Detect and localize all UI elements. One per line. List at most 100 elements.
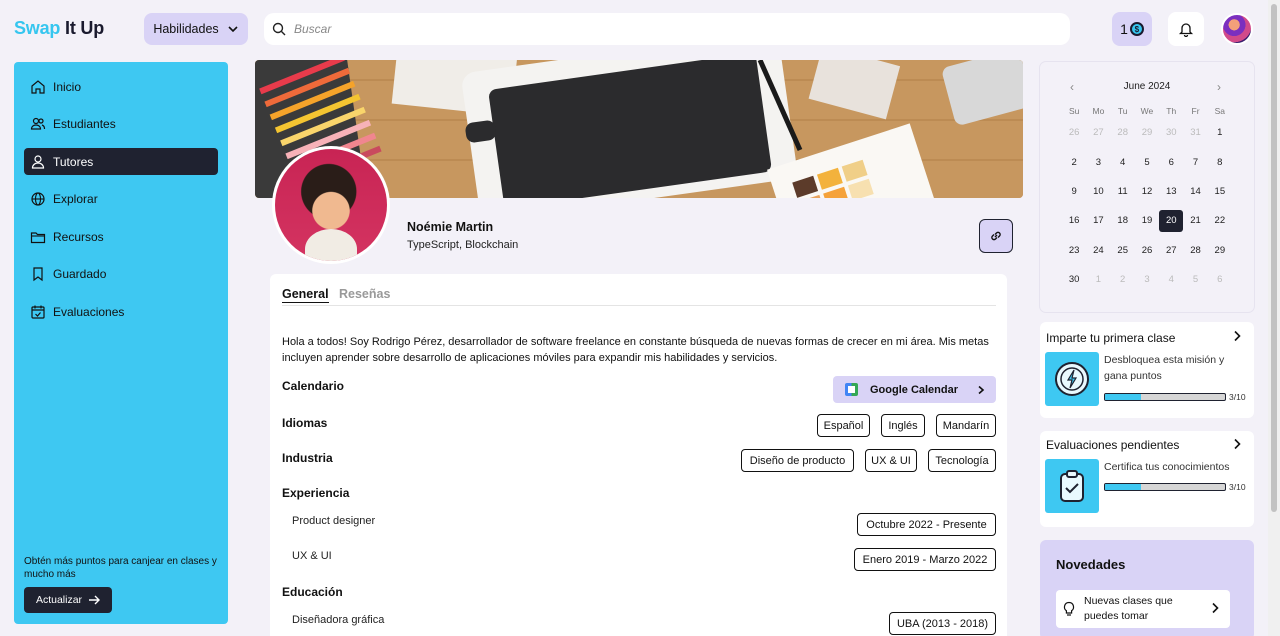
calendar-day[interactable]: 14	[1183, 186, 1207, 197]
sidebar-item-guardado[interactable]: Guardado	[24, 260, 218, 287]
coin-icon: $	[1129, 22, 1144, 36]
link-icon	[991, 231, 1001, 241]
weekday-label: Sa	[1214, 105, 1226, 116]
sidebar-item-tutores[interactable]: Tutores	[24, 148, 218, 175]
calendar-day[interactable]: 24	[1086, 245, 1110, 256]
google-calendar-icon	[845, 383, 858, 396]
chevron-right-icon[interactable]: ›	[1217, 80, 1221, 94]
page-scrollbar[interactable]	[1268, 0, 1280, 636]
calendar-day[interactable]: 12	[1135, 186, 1159, 197]
mission-progress-count: 3/10	[1229, 482, 1246, 492]
calendar-day[interactable]: 10	[1086, 186, 1110, 197]
calendar-day[interactable]: 16	[1062, 215, 1086, 226]
notifications-button[interactable]	[1168, 12, 1204, 46]
calendar-day[interactable]: 4	[1159, 274, 1183, 285]
calendar-day[interactable]: 3	[1135, 274, 1159, 285]
calendar-day[interactable]: 7	[1183, 157, 1207, 168]
chevron-down-icon	[228, 26, 238, 33]
share-link-button[interactable]	[979, 219, 1013, 253]
sidebar-item-inicio[interactable]: Inicio	[24, 73, 218, 100]
upgrade-button-label: Actualizar	[35, 594, 83, 606]
calendar-day[interactable]: 18	[1111, 215, 1135, 226]
points-badge[interactable]: 1 $	[1112, 12, 1152, 46]
sidebar-item-evaluaciones[interactable]: Evaluaciones	[24, 298, 218, 325]
calendar-day[interactable]: 29	[1208, 245, 1232, 256]
calendar-day[interactable]: 25	[1111, 245, 1135, 256]
calendar-day[interactable]: 6	[1159, 157, 1183, 168]
calendar-day[interactable]: 19	[1135, 215, 1159, 226]
clipboard-check-icon	[1045, 459, 1099, 513]
calendar-day[interactable]: 17	[1086, 215, 1110, 226]
weekday-label: Fr	[1191, 105, 1200, 116]
brand-part-1: Swap	[14, 18, 61, 38]
bookmark-icon	[33, 266, 43, 281]
user-avatar[interactable]	[1221, 13, 1253, 45]
calendar-day[interactable]: 9	[1062, 186, 1086, 197]
calendar-day[interactable]: 5	[1183, 274, 1207, 285]
sidebar-item-label: Guardado	[53, 266, 107, 281]
profile-name: Noémie Martin	[407, 220, 494, 234]
weekday-label: Th	[1166, 105, 1177, 116]
sidebar-item-explorar[interactable]: Explorar	[24, 185, 218, 212]
calendar-day[interactable]: 1	[1208, 127, 1232, 138]
calendar-day[interactable]: 30	[1159, 127, 1183, 138]
calendar-day[interactable]: 28	[1183, 245, 1207, 256]
experience-role: Product designer	[292, 515, 376, 527]
calendar-day[interactable]: 8	[1208, 157, 1232, 168]
weekday-label: Su	[1068, 105, 1080, 116]
calendar-day[interactable]: 2	[1111, 274, 1135, 285]
user-icon	[31, 154, 45, 169]
sidebar-item-estudiantes[interactable]: Estudiantes	[24, 110, 218, 137]
industry-chip: UX & UI	[865, 449, 917, 472]
points-count: 1	[1120, 21, 1128, 37]
calendar-day[interactable]: 23	[1062, 245, 1086, 256]
scrollbar-thumb[interactable]	[1271, 4, 1277, 512]
sidebar-item-recursos[interactable]: Recursos	[24, 223, 218, 250]
calendar-day[interactable]: 28	[1111, 127, 1135, 138]
calendar-day[interactable]: 27	[1086, 127, 1110, 138]
calendar-day[interactable]: 26	[1062, 127, 1086, 138]
news-panel: Novedades Nuevas clases que puedes tomar	[1040, 540, 1254, 636]
points-promo-text: Obtén más puntos para canjear en clases …	[24, 556, 217, 580]
calendar-day[interactable]: 4	[1111, 157, 1135, 168]
calendar-grid: Su Mo Tu We Th Fr Sa 26 27 28 29 30 31 1 2 3 4 5 6 7 8 9 10 11 1…	[1062, 103, 1232, 294]
google-calendar-button[interactable]: Google Calendar	[833, 376, 996, 403]
calendar-day[interactable]: 11	[1111, 186, 1135, 197]
search-bar[interactable]: Buscar	[264, 13, 1070, 45]
weekday-label: Mo	[1092, 105, 1105, 116]
profile-bio: Hola a todos! Soy Rodrigo Pérez, desarro…	[282, 336, 989, 364]
profile-details-card: General Reseñas Hola a todos! Soy Rodrig…	[270, 274, 1007, 636]
mission-card-first-class[interactable]: Imparte tu primera clase Desbloquea esta…	[1040, 322, 1254, 418]
brand-logo[interactable]: Swap It Up	[14, 18, 104, 39]
globe-icon	[31, 191, 45, 206]
education-heading: Educación	[282, 585, 343, 599]
calendar-day[interactable]: 29	[1135, 127, 1159, 138]
tab-general[interactable]: General	[282, 287, 329, 303]
calendar-day[interactable]: 31	[1183, 127, 1207, 138]
upgrade-button[interactable]: Actualizar	[24, 587, 112, 613]
mission-card-pending-evaluations[interactable]: Evaluaciones pendientes Certifica tus co…	[1040, 431, 1254, 527]
calendar-day[interactable]: 20	[1159, 209, 1184, 232]
skills-dropdown[interactable]: Habilidades	[144, 13, 248, 45]
calendar-day[interactable]: 13	[1159, 186, 1183, 197]
calendar-day[interactable]: 3	[1086, 157, 1110, 168]
education-period: UBA (2013 - 2018)	[889, 612, 996, 635]
search-input[interactable]: Buscar	[294, 22, 331, 36]
calendar-day[interactable]: 30	[1062, 274, 1086, 285]
home-icon	[31, 79, 45, 94]
news-item[interactable]: Nuevas clases que puedes tomar	[1056, 590, 1230, 628]
calendar-day[interactable]: 2	[1062, 157, 1086, 168]
calendar-day[interactable]: 26	[1135, 245, 1159, 256]
calendar-day[interactable]: 1	[1086, 274, 1110, 285]
google-calendar-label: Google Calendar	[870, 383, 959, 396]
calendar-day[interactable]: 27	[1159, 245, 1183, 256]
chevron-right-icon	[978, 385, 985, 394]
calendar-day[interactable]: 21	[1183, 215, 1207, 226]
calendar-day[interactable]: 6	[1208, 274, 1232, 285]
calendar-day[interactable]: 5	[1135, 157, 1159, 168]
profile-photo	[272, 146, 390, 264]
sidebar-item-label: Inicio	[53, 79, 82, 94]
tab-resenas[interactable]: Reseñas	[339, 287, 390, 301]
calendar-day[interactable]: 22	[1208, 215, 1232, 226]
calendar-day[interactable]: 15	[1208, 186, 1232, 197]
